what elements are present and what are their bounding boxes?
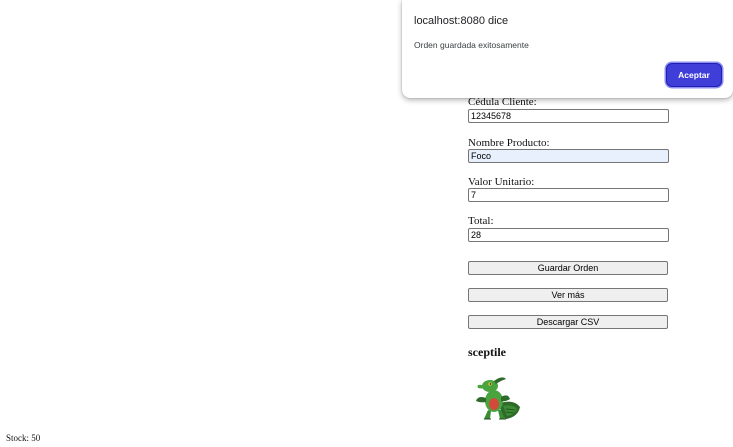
aceptar-button[interactable]: Aceptar [666, 63, 722, 87]
ver-mas-button[interactable]: Ver más [468, 288, 668, 302]
descargar-csv-button[interactable]: Descargar CSV [468, 315, 668, 329]
alert-dialog: localhost:8080 dice Orden guardada exito… [402, 0, 733, 98]
product-name: sceptile [468, 345, 506, 359]
dialog-message: Orden guardada exitosamente [414, 40, 529, 50]
total-input[interactable]: 28 [468, 228, 669, 242]
cedula-input[interactable]: 12345678 [468, 109, 669, 123]
stock-label: Stock: 50 [6, 433, 41, 443]
dialog-title: localhost:8080 dice [414, 15, 509, 27]
page: Cédula Cliente: 12345678 Nombre Producto… [0, 0, 733, 447]
valor-label: Valor Unitario: [468, 176, 535, 188]
total-label: Total: [468, 215, 494, 227]
producto-label: Nombre Producto: [468, 137, 550, 149]
sceptile-sprite-icon [476, 377, 520, 420]
guardar-orden-button[interactable]: Guardar Orden [468, 261, 668, 275]
valor-input[interactable]: 7 [468, 188, 669, 202]
producto-input[interactable]: Foco [468, 149, 669, 163]
